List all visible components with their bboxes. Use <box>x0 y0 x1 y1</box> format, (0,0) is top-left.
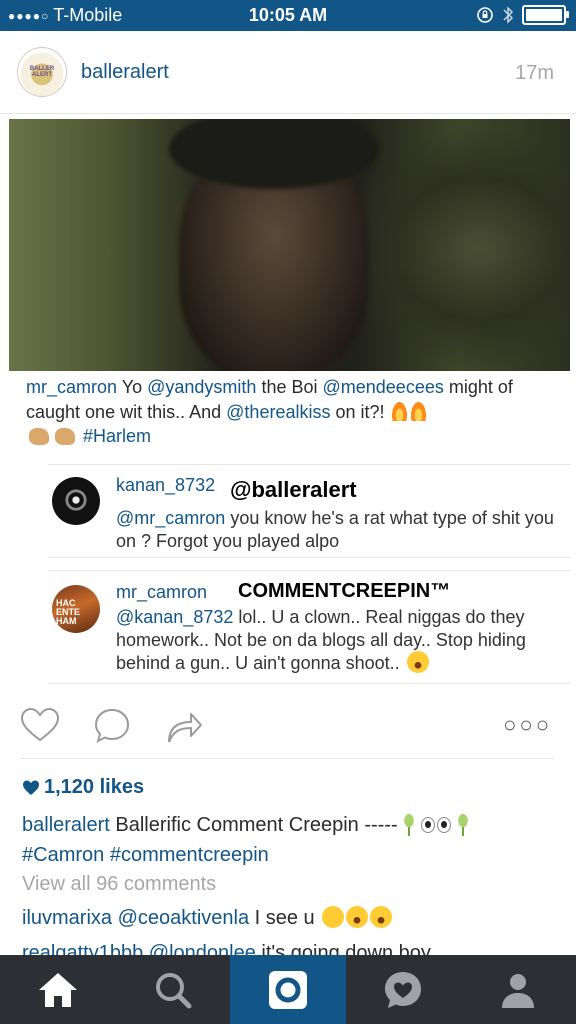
tears-of-joy-emoji-icon <box>346 906 369 928</box>
fire-emoji-icon <box>410 401 426 421</box>
post-timestamp: 17m <box>515 62 554 84</box>
commenter-username[interactable]: kanan_8732 <box>116 475 215 496</box>
mention-mendeecees[interactable]: @mendeecees <box>323 377 444 397</box>
view-all-comments-link[interactable]: View all 96 comments <box>22 873 216 896</box>
post-image[interactable] <box>9 119 570 371</box>
rotation-lock-icon <box>477 7 493 23</box>
divider <box>20 758 554 759</box>
bluetooth-icon <box>503 6 514 24</box>
mention-yandysmith[interactable]: @yandysmith <box>147 377 256 397</box>
comment-mention[interactable]: @mr_camron <box>116 508 225 528</box>
status-icons <box>476 5 569 25</box>
description-username[interactable]: balleralert <box>22 814 110 836</box>
tab-profile[interactable] <box>461 955 576 1024</box>
battery-icon <box>522 5 569 25</box>
comment-body: I see u <box>254 907 315 929</box>
heart-icon[interactable] <box>20 706 60 746</box>
home-icon <box>38 972 77 1007</box>
hashtag-commentcreepin[interactable]: #commentcreepin <box>110 844 269 866</box>
heart-bubble-icon <box>385 971 422 1008</box>
comment-username[interactable]: realgatty1bbb <box>22 942 143 956</box>
comment-row-partial: realgatty1bbb @londonlee it's going down… <box>22 942 542 956</box>
weary-face-emoji-icon <box>322 906 345 928</box>
avatar-text: HAC ENTE HAM <box>56 598 81 626</box>
heart-small-icon <box>23 780 39 795</box>
caption-text-2: the Boi <box>261 377 318 397</box>
description-text: Ballerific Comment Creepin ----- <box>115 814 398 836</box>
mention-therealkiss[interactable]: @therealkiss <box>226 402 330 422</box>
hashtag-camron[interactable]: #Camron <box>22 844 104 866</box>
comment-row: iluvmarixa @ceoaktivenla I see u <box>22 906 393 930</box>
comment-username[interactable]: iluvmarixa <box>22 907 112 929</box>
overlay-tag: @balleralert <box>230 477 357 502</box>
flexed-biceps-emoji-icon <box>55 428 75 445</box>
caption-text-4: on it?! <box>335 401 385 422</box>
post-actions: ○○○ <box>0 698 576 754</box>
tab-camera[interactable] <box>230 955 346 1024</box>
tears-of-joy-emoji-icon <box>406 651 429 673</box>
avatar[interactable]: BALLER ALERT <box>17 47 67 97</box>
comment-mention[interactable]: @londonlee <box>149 942 256 956</box>
commenter-avatar[interactable]: HAC ENTE HAM <box>52 585 100 633</box>
comment-body: it's going down boy <box>261 942 431 956</box>
comment-card: HAC ENTE HAM mr_camron COMMENTCREEPIN™ @… <box>48 570 571 684</box>
likes-count[interactable]: 1,120 likes <box>22 776 144 799</box>
comment-card: kanan_8732 @balleralert @mr_camron you k… <box>48 464 571 558</box>
post-username[interactable]: balleralert <box>81 61 169 84</box>
person-icon <box>502 973 535 1008</box>
bottom-tab-bar <box>0 955 576 1024</box>
status-bar: ●●●●○ T-Mobile 10:05 AM <box>0 0 576 31</box>
flexed-biceps-emoji-icon <box>29 428 49 445</box>
overlay-tag: COMMENTCREEPIN™ <box>238 580 451 602</box>
commenter-username[interactable]: mr_camron <box>116 582 207 603</box>
post-header: BALLER ALERT balleralert 17m <box>0 31 576 114</box>
caption-text-1: Yo <box>121 377 143 397</box>
comment-text: @mr_camron you know he's a rat what type… <box>116 507 571 552</box>
eyes-emoji-icon <box>420 813 452 841</box>
fire-emoji-icon <box>391 401 407 421</box>
search-icon <box>155 972 192 1008</box>
herb-emoji-icon <box>397 814 420 836</box>
share-icon[interactable] <box>165 706 205 746</box>
hashtag-harlem[interactable]: #Harlem <box>83 426 151 446</box>
comment-mention[interactable]: @kanan_8732 <box>116 607 233 627</box>
tab-search[interactable] <box>115 955 230 1024</box>
commenter-avatar[interactable] <box>52 477 100 525</box>
tab-activity[interactable] <box>346 955 461 1024</box>
herb-emoji-icon <box>451 814 474 836</box>
tears-of-joy-emoji-icon <box>370 906 393 928</box>
battery-fill <box>526 9 562 21</box>
caption-username[interactable]: mr_camron <box>26 377 117 397</box>
post-description: balleralert Ballerific Comment Creepin -… <box>22 811 562 869</box>
more-options-icon[interactable]: ○○○ <box>503 712 552 738</box>
avatar-logo-text: BALLER ALERT <box>29 66 55 78</box>
tab-home[interactable] <box>0 955 116 1024</box>
camera-icon <box>268 970 307 1009</box>
comment-mention[interactable]: @ceoaktivenla <box>118 907 249 929</box>
comment-icon[interactable] <box>92 706 132 746</box>
comment-text: @kanan_8732 lol.. U a clown.. Real nigga… <box>116 606 571 675</box>
likes-label: 1,120 likes <box>44 776 145 798</box>
screenshot-caption: mr_camron Yo @yandysmith the Boi @mendee… <box>26 375 556 449</box>
